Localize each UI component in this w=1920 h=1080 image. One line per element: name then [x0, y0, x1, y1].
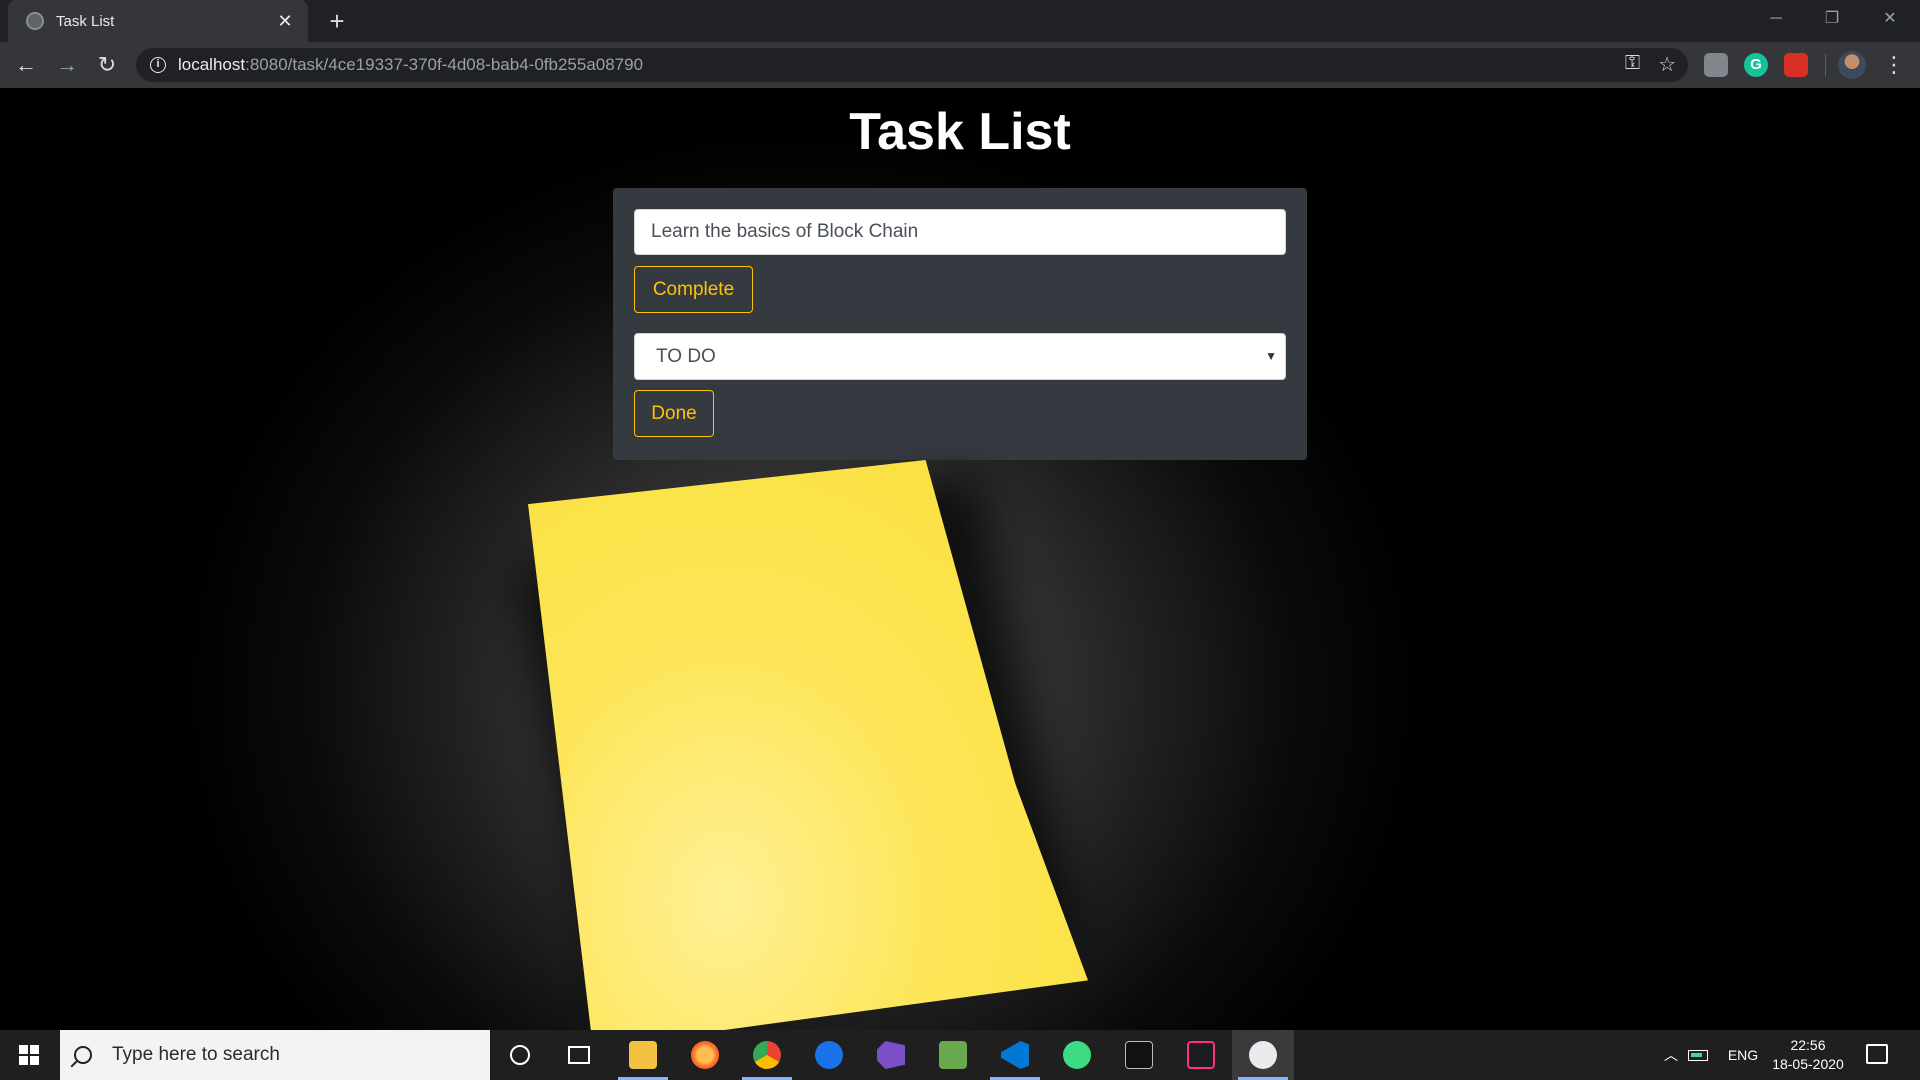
extension-red-icon[interactable]	[1784, 53, 1808, 77]
url-path: :8080/task/4ce19337-370f-4d08-bab4-0fb25…	[245, 55, 644, 74]
minimize-button[interactable]: ─	[1748, 0, 1804, 38]
task-view-icon[interactable]	[548, 1030, 610, 1080]
cortana-icon[interactable]	[489, 1030, 551, 1080]
close-window-button[interactable]: ✕	[1862, 0, 1918, 38]
edge-icon[interactable]	[798, 1030, 860, 1080]
restore-button[interactable]: ❐	[1804, 0, 1860, 38]
browser-toolbar: ← → ↻ i localhost :8080/task/4ce19337-37…	[0, 42, 1920, 88]
url-host: localhost	[178, 55, 246, 74]
windows-start-icon[interactable]	[0, 1030, 58, 1080]
visual-studio-icon[interactable]	[860, 1030, 922, 1080]
reload-icon[interactable]: ↻	[91, 49, 123, 81]
browser-tab[interactable]: Task List ✕	[8, 0, 308, 42]
chrome-icon[interactable]	[736, 1030, 798, 1080]
new-tab-button[interactable]: +	[322, 6, 352, 36]
chevron-down-icon: ▼	[1265, 349, 1277, 363]
photos-icon[interactable]	[1232, 1030, 1294, 1080]
taskbar-search[interactable]: Type here to search	[60, 1030, 490, 1080]
back-arrow-icon[interactable]: ←	[10, 49, 42, 81]
notepad-plus-plus-icon[interactable]	[922, 1030, 984, 1080]
tab-close-icon[interactable]: ✕	[274, 11, 296, 32]
firefox-icon[interactable]	[674, 1030, 736, 1080]
clock-date: 18-05-2020	[1772, 1056, 1844, 1072]
done-button[interactable]: Done	[634, 390, 714, 437]
task-card: Complete TO DO ▼ Done	[613, 188, 1307, 460]
notification-icon[interactable]	[1866, 1044, 1888, 1064]
clock-time: 22:56	[1790, 1037, 1826, 1053]
battery-icon[interactable]	[1688, 1030, 1714, 1080]
star-icon[interactable]: ☆	[1658, 52, 1676, 77]
status-selected-value: TO DO	[656, 346, 716, 367]
toolbar-divider	[1825, 54, 1826, 76]
tab-strip: Task List ✕ + ─ ❐ ✕	[0, 0, 1920, 42]
tab-title: Task List	[56, 12, 115, 30]
file-explorer-icon[interactable]	[612, 1030, 674, 1080]
info-icon[interactable]: i	[150, 57, 166, 73]
status-select[interactable]: TO DO ▼	[634, 333, 1286, 380]
tab-favicon-icon	[26, 12, 44, 30]
terminal-icon[interactable]	[1170, 1030, 1232, 1080]
language-indicator[interactable]: ENG	[1724, 1030, 1762, 1080]
page-viewport: Task List Complete TO DO ▼ Done	[0, 88, 1920, 1030]
sticky-note-image	[528, 460, 1088, 1030]
key-icon[interactable]: ⚿	[1625, 52, 1640, 77]
command-prompt-icon[interactable]	[1108, 1030, 1170, 1080]
menu-dots-icon[interactable]: ⋮	[1882, 50, 1906, 80]
forward-arrow-icon[interactable]: →	[51, 49, 83, 81]
clock[interactable]: 22:56 18-05-2020	[1766, 1030, 1850, 1080]
avatar[interactable]	[1838, 51, 1866, 79]
tray-chevron-icon[interactable]: ︿	[1660, 1030, 1682, 1080]
search-icon	[74, 1046, 92, 1064]
extension-icon[interactable]	[1704, 53, 1728, 77]
complete-button[interactable]: Complete	[634, 266, 753, 313]
grammarly-icon[interactable]: G	[1744, 53, 1768, 77]
android-studio-icon[interactable]	[1046, 1030, 1108, 1080]
address-bar[interactable]: i localhost :8080/task/4ce19337-370f-4d0…	[136, 48, 1688, 82]
search-placeholder: Type here to search	[112, 1044, 280, 1065]
taskbar: Type here to search ︿ ENG 22:56 18-05-20…	[0, 1030, 1920, 1080]
vscode-icon[interactable]	[984, 1030, 1046, 1080]
task-input[interactable]	[634, 209, 1286, 255]
page-title: Task List	[849, 103, 1071, 161]
